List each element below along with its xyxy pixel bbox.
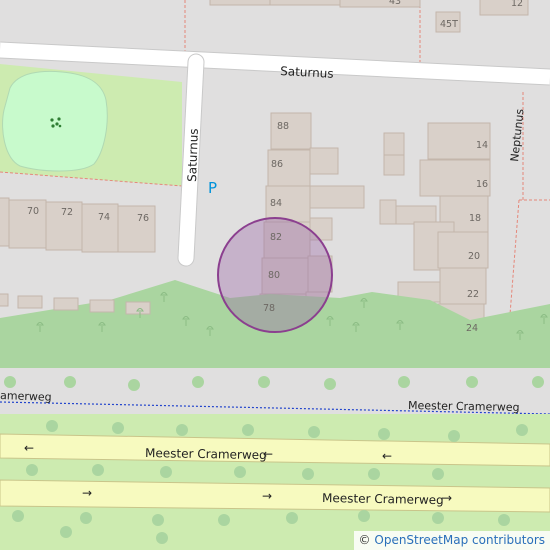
house-number: 80 bbox=[268, 270, 280, 281]
oneway-left-arrow-3: ← bbox=[382, 449, 392, 463]
oneway-left-arrow-1: ← bbox=[24, 441, 34, 455]
house-number: 74 bbox=[98, 212, 110, 223]
house-number: 24 bbox=[466, 323, 478, 334]
buildings-row-70-76 bbox=[0, 197, 156, 253]
house-number: 43 bbox=[389, 0, 401, 7]
copyright-symbol: © bbox=[358, 533, 371, 547]
street-label-cramerweg-service-left: amerweg bbox=[0, 389, 52, 404]
house-number: 22 bbox=[467, 289, 479, 300]
oneway-right-arrow-3: → bbox=[442, 491, 452, 505]
house-number: 20 bbox=[468, 251, 480, 262]
house-number: 16 bbox=[476, 179, 488, 190]
house-number: 12 bbox=[511, 0, 523, 9]
park bbox=[0, 64, 183, 187]
house-number: 45T bbox=[440, 19, 458, 30]
house-number: 82 bbox=[270, 232, 282, 243]
oneway-right-arrow-1: → bbox=[82, 486, 92, 500]
house-number: 84 bbox=[270, 198, 282, 209]
street-label-saturnus-vertical: Saturnus bbox=[185, 128, 201, 182]
street-label-cramerweg-service-right: Meester Cramerweg bbox=[408, 399, 520, 414]
house-number: 88 bbox=[277, 121, 289, 132]
street-label-cramerweg-lower: Meester Cramerweg bbox=[322, 491, 444, 507]
street-label-saturnus: Saturnus bbox=[280, 64, 334, 81]
map-svg: P Saturnus Saturnus Neptunus amerweg Mee… bbox=[0, 0, 550, 550]
house-number: 72 bbox=[61, 207, 73, 218]
map-canvas[interactable]: P Saturnus Saturnus Neptunus amerweg Mee… bbox=[0, 0, 550, 550]
oneway-left-arrow-2: ← bbox=[263, 447, 273, 461]
house-number: 76 bbox=[137, 213, 149, 224]
house-number: 78 bbox=[263, 303, 275, 314]
house-number: 86 bbox=[271, 159, 283, 170]
oneway-right-arrow-2: → bbox=[262, 489, 272, 503]
road-meester-cramerweg-main bbox=[0, 414, 550, 550]
attribution-link[interactable]: OpenStreetMap contributors bbox=[374, 533, 545, 547]
map-attribution: © OpenStreetMap contributors bbox=[353, 531, 550, 550]
house-number: 18 bbox=[469, 213, 481, 224]
parking-icon[interactable]: P bbox=[208, 179, 217, 197]
house-number: 70 bbox=[27, 206, 39, 217]
house-number: 14 bbox=[476, 140, 488, 151]
street-label-cramerweg-upper: Meester Cramerweg bbox=[145, 446, 267, 462]
